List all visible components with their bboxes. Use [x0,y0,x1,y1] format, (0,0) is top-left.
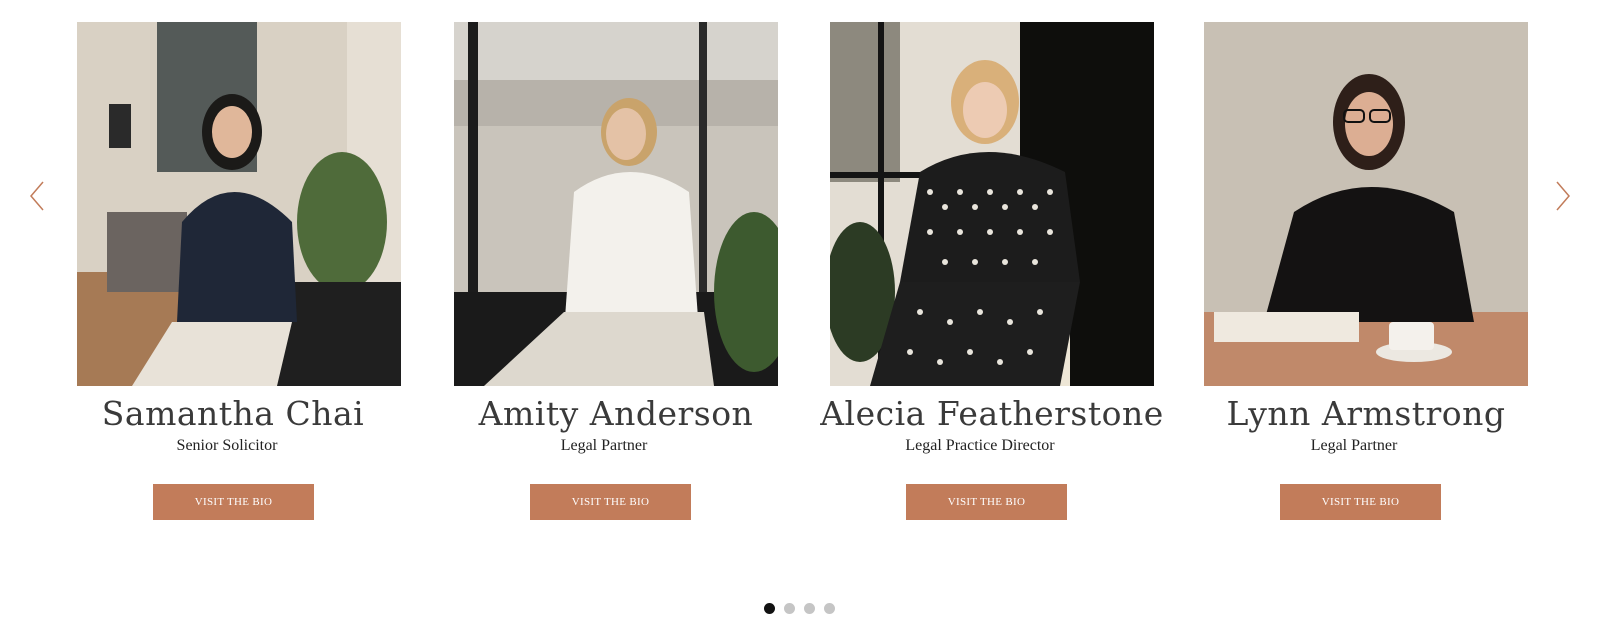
visit-bio-button[interactable]: VISIT THE BIO [530,484,691,520]
person-role: Legal Practice Director [905,437,1055,454]
pagination-dot[interactable] [784,603,795,614]
chevron-right-icon [1556,181,1570,211]
team-card: Alecia Featherstone Legal Practice Direc… [820,22,1163,522]
portrait-photo[interactable] [1204,22,1528,386]
person-name: Lynn Armstrong [1226,394,1506,433]
pagination-dots [764,603,835,614]
visit-bio-button[interactable]: VISIT THE BIO [153,484,314,520]
pagination-dot[interactable] [824,603,835,614]
person-role: Legal Partner [1310,437,1398,454]
team-card: Samantha Chai Senior Solicitor VISIT THE… [77,22,401,522]
pagination-dot[interactable] [804,603,815,614]
team-card: Lynn Armstrong Legal Partner VISIT THE B… [1204,22,1528,522]
previous-arrow[interactable] [22,176,52,216]
team-card: Amity Anderson Legal Partner VISIT THE B… [454,22,778,522]
portrait-photo[interactable] [77,22,401,386]
person-name: Samantha Chai [101,394,365,433]
person-name: Alecia Featherstone [820,394,1164,433]
visit-bio-button[interactable]: VISIT THE BIO [1280,484,1441,520]
person-name: Amity Anderson [478,394,754,433]
chevron-left-icon [30,181,44,211]
person-role: Legal Partner [560,437,648,454]
pagination-dot[interactable] [764,603,775,614]
portrait-photo[interactable] [454,22,778,386]
person-role: Senior Solicitor [176,437,278,454]
portrait-photo[interactable] [830,22,1154,386]
team-carousel: Samantha Chai Senior Solicitor VISIT THE… [0,0,1600,634]
visit-bio-button[interactable]: VISIT THE BIO [906,484,1067,520]
next-arrow[interactable] [1548,176,1578,216]
